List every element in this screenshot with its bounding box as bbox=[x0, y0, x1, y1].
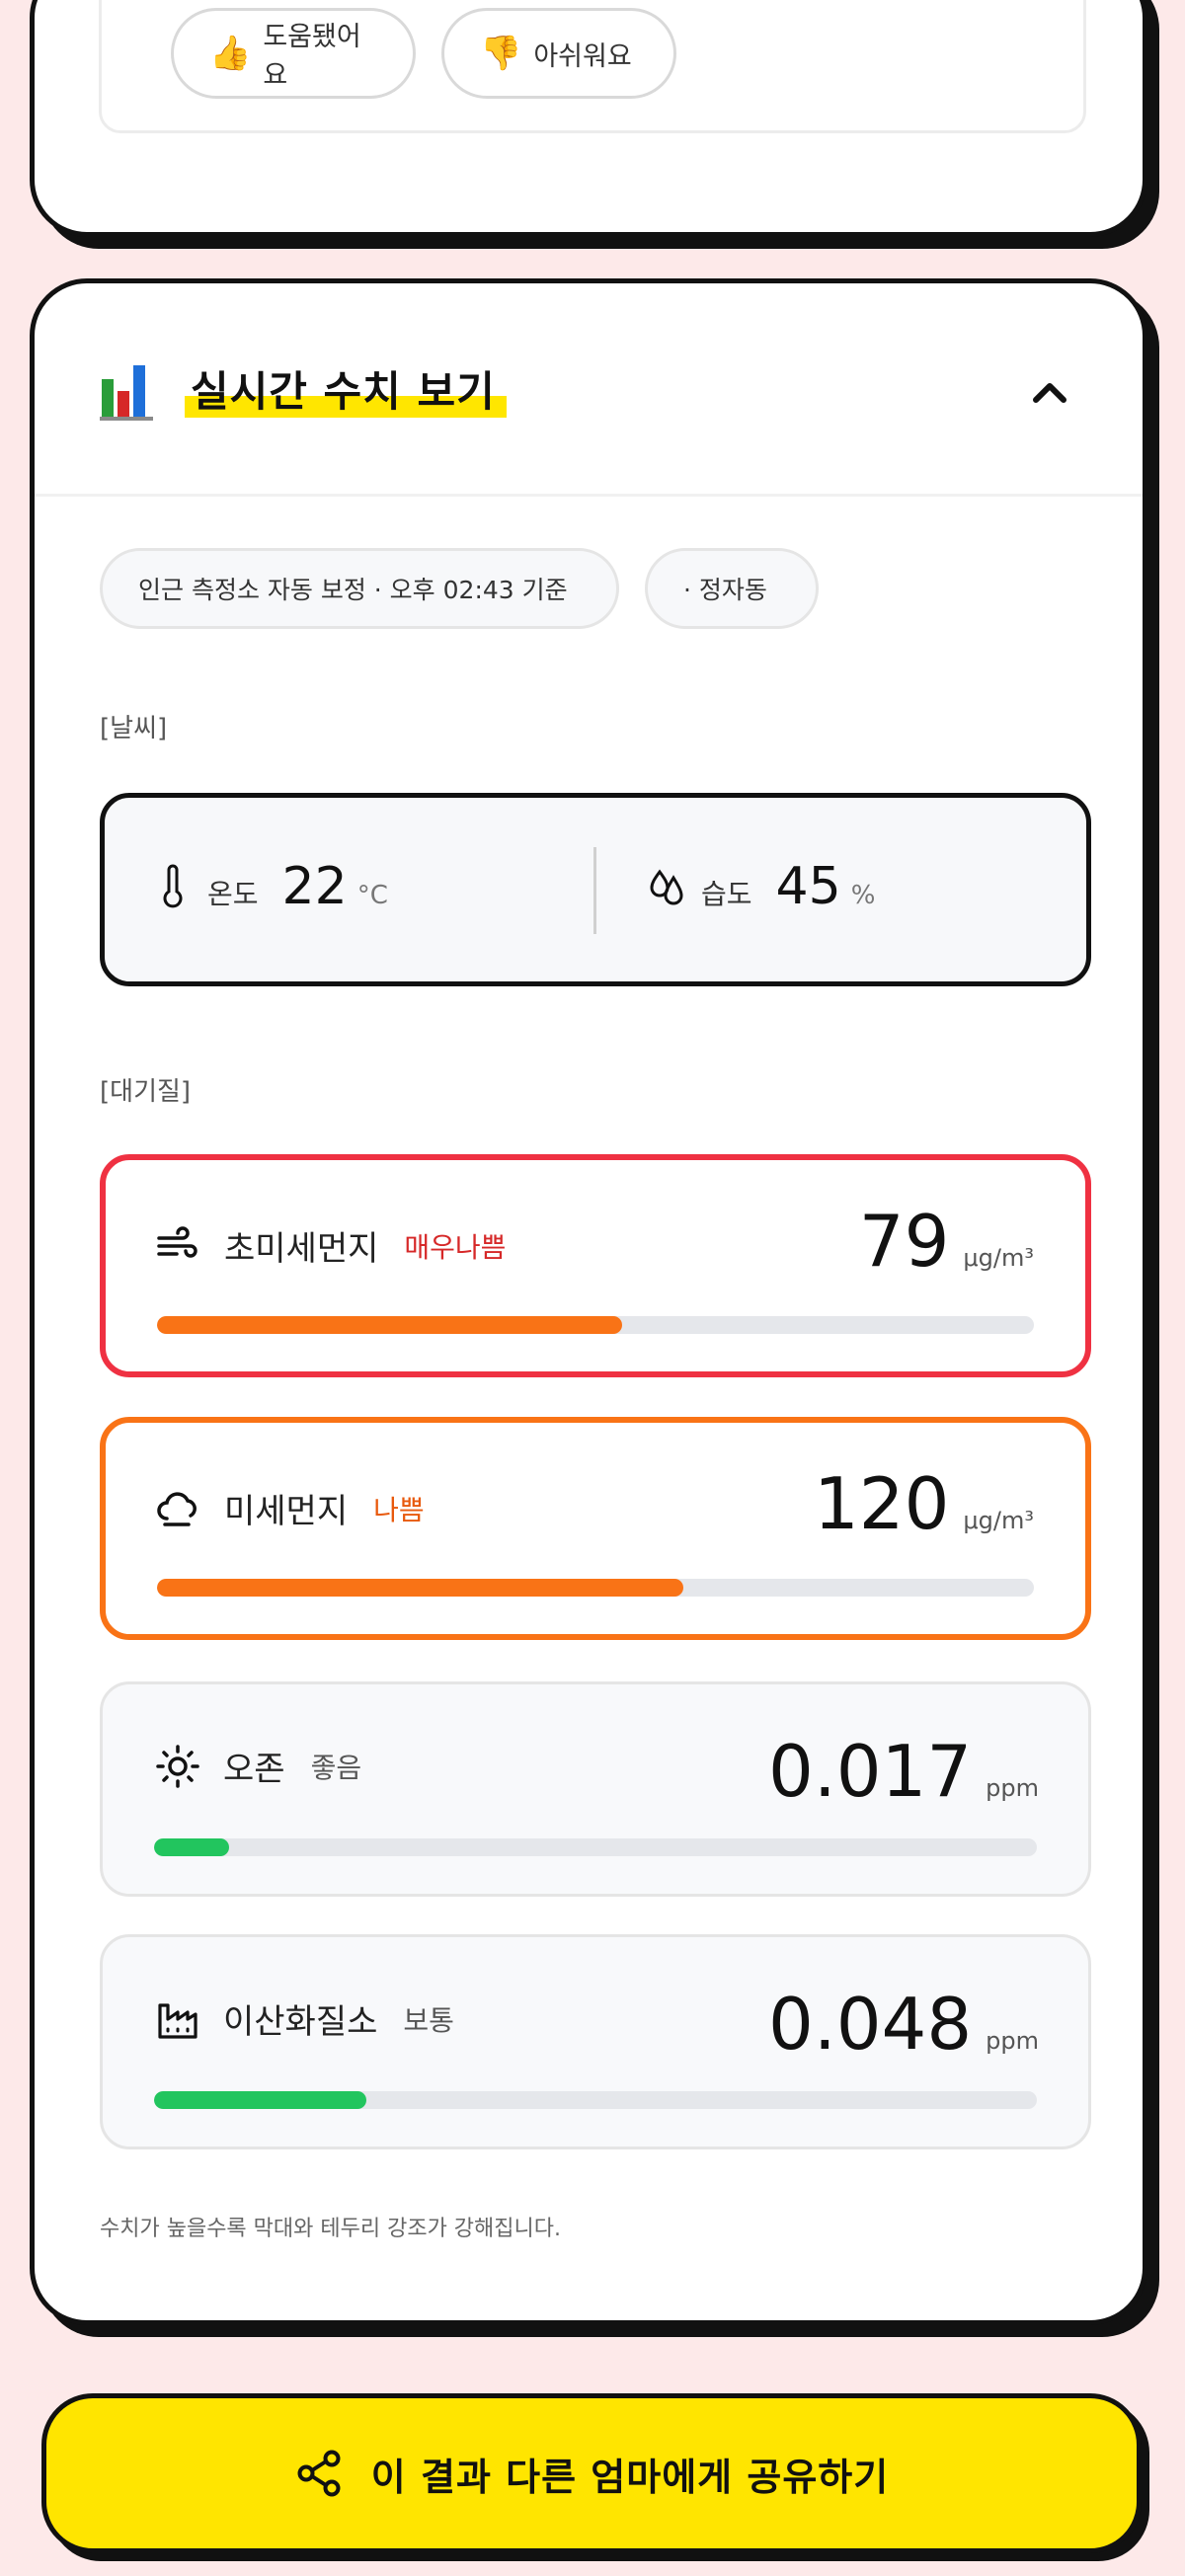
metric-pm25: 초미세먼지 매우나쁨 79 μg/m³ bbox=[100, 1154, 1091, 1377]
chevron-up-icon[interactable] bbox=[1022, 364, 1077, 420]
metric-bar-fill bbox=[154, 2091, 366, 2109]
metric-head: 오존 좋음 bbox=[154, 1742, 361, 1790]
share-icon bbox=[297, 2450, 341, 2497]
share-button[interactable]: 이 결과 다른 엄마에게 공유하기 bbox=[41, 2393, 1142, 2553]
feedback-card: 👍 도움됐어요 👎 아쉬워요 bbox=[30, 0, 1147, 237]
metric-bar-track bbox=[157, 1579, 1034, 1597]
metric-unit: ppm bbox=[986, 1774, 1039, 1802]
metric-ozone: 오존 좋음 0.017 ppm bbox=[100, 1681, 1091, 1897]
weather-divider bbox=[593, 847, 596, 934]
wind-icon bbox=[157, 1225, 198, 1258]
metric-value: 0.048 bbox=[768, 1983, 973, 2066]
metric-value: 79 bbox=[858, 1200, 950, 1283]
metric-name: 미세먼지 bbox=[224, 1492, 349, 1531]
metric-name: 오존 bbox=[223, 1750, 285, 1789]
metric-value-group: 0.048 ppm bbox=[768, 1983, 1039, 2066]
metric-head: 이산화질소 보통 bbox=[154, 1994, 454, 2043]
cloud-icon bbox=[157, 1491, 197, 1526]
title-wrap: 실시간 수치 보기 bbox=[185, 358, 507, 419]
unhelpful-button[interactable]: 👎 아쉬워요 bbox=[441, 8, 676, 99]
metric-no2: 이산화질소 보통 0.048 ppm bbox=[100, 1934, 1091, 2149]
metric-value-group: 0.017 ppm bbox=[768, 1730, 1039, 1813]
humidity-label: 습도 bbox=[701, 878, 752, 910]
temperature-unit: °C bbox=[356, 881, 388, 910]
metric-value-group: 120 μg/m³ bbox=[814, 1462, 1034, 1545]
metric-head: 미세먼지 나쁨 bbox=[155, 1484, 425, 1532]
metric-bar-fill bbox=[154, 1838, 229, 1856]
thermometer-icon bbox=[163, 864, 183, 908]
metric-name: 이산화질소 bbox=[223, 2002, 378, 2042]
metric-unit: μg/m³ bbox=[963, 1507, 1034, 1534]
metric-status: 좋음 bbox=[310, 1751, 362, 1784]
feedback-box: 👍 도움됐어요 👎 아쉬워요 bbox=[99, 0, 1086, 133]
sun-icon bbox=[156, 1744, 199, 1788]
humidity-value: 45 bbox=[775, 857, 841, 916]
metric-value: 0.017 bbox=[768, 1730, 973, 1813]
metric-value-group: 79 μg/m³ bbox=[859, 1200, 1034, 1283]
temperature-item: 온도 22 °C bbox=[154, 857, 388, 916]
humidity-unit: % bbox=[850, 881, 876, 910]
unhelpful-label: 아쉬워요 bbox=[533, 40, 632, 72]
metric-bar-track bbox=[154, 2091, 1037, 2109]
air-section-label: [대기질] bbox=[100, 1077, 192, 1107]
weather-box: 온도 22 °C 습도 45 % bbox=[100, 793, 1091, 986]
metric-head: 초미세먼지 매우나쁨 bbox=[155, 1221, 506, 1270]
metric-bar-fill bbox=[157, 1316, 622, 1334]
thumbs-down-icon: 👎 bbox=[480, 34, 522, 73]
helpful-label: 도움됐어요 bbox=[263, 22, 361, 91]
metric-bar-track bbox=[154, 1838, 1037, 1856]
thumbs-up-icon: 👍 bbox=[209, 34, 252, 73]
metric-status: 매우나쁨 bbox=[404, 1230, 507, 1264]
region-chip: · 정자동 bbox=[645, 548, 819, 629]
temperature-label: 온도 bbox=[207, 878, 259, 910]
metric-bar-track bbox=[157, 1316, 1034, 1334]
footnote: 수치가 높을수록 막대와 테두리 강조가 강해집니다. bbox=[100, 2217, 562, 2241]
humidity-item: 습도 45 % bbox=[648, 857, 875, 916]
metric-unit: μg/m³ bbox=[963, 1244, 1034, 1272]
helpful-button[interactable]: 👍 도움됐어요 bbox=[171, 8, 416, 99]
droplets-icon bbox=[650, 869, 683, 905]
metric-name: 초미세먼지 bbox=[224, 1229, 379, 1269]
metric-pm10: 미세먼지 나쁨 120 μg/m³ bbox=[100, 1417, 1091, 1640]
realtime-card: 실시간 수치 보기 인근 측정소 자동 보정 · 오후 02:43 기준 · 정… bbox=[30, 278, 1147, 2325]
metric-bar-fill bbox=[157, 1579, 683, 1597]
source-chip: 인근 측정소 자동 보정 · 오후 02:43 기준 bbox=[100, 548, 619, 629]
weather-section-label: [날씨] bbox=[100, 714, 168, 743]
realtime-card-header[interactable]: 실시간 수치 보기 bbox=[35, 283, 1143, 497]
factory-icon bbox=[158, 2002, 198, 2039]
temperature-value: 22 bbox=[281, 857, 348, 916]
bar-chart-icon bbox=[100, 357, 153, 421]
card-title: 실시간 수치 보기 bbox=[191, 367, 496, 416]
metric-status: 나쁨 bbox=[373, 1493, 425, 1526]
metric-unit: ppm bbox=[986, 2027, 1039, 2055]
share-label: 이 결과 다른 엄마에게 공유하기 bbox=[370, 2455, 890, 2499]
metric-value: 120 bbox=[813, 1462, 950, 1545]
metric-status: 보통 bbox=[403, 2003, 454, 2037]
